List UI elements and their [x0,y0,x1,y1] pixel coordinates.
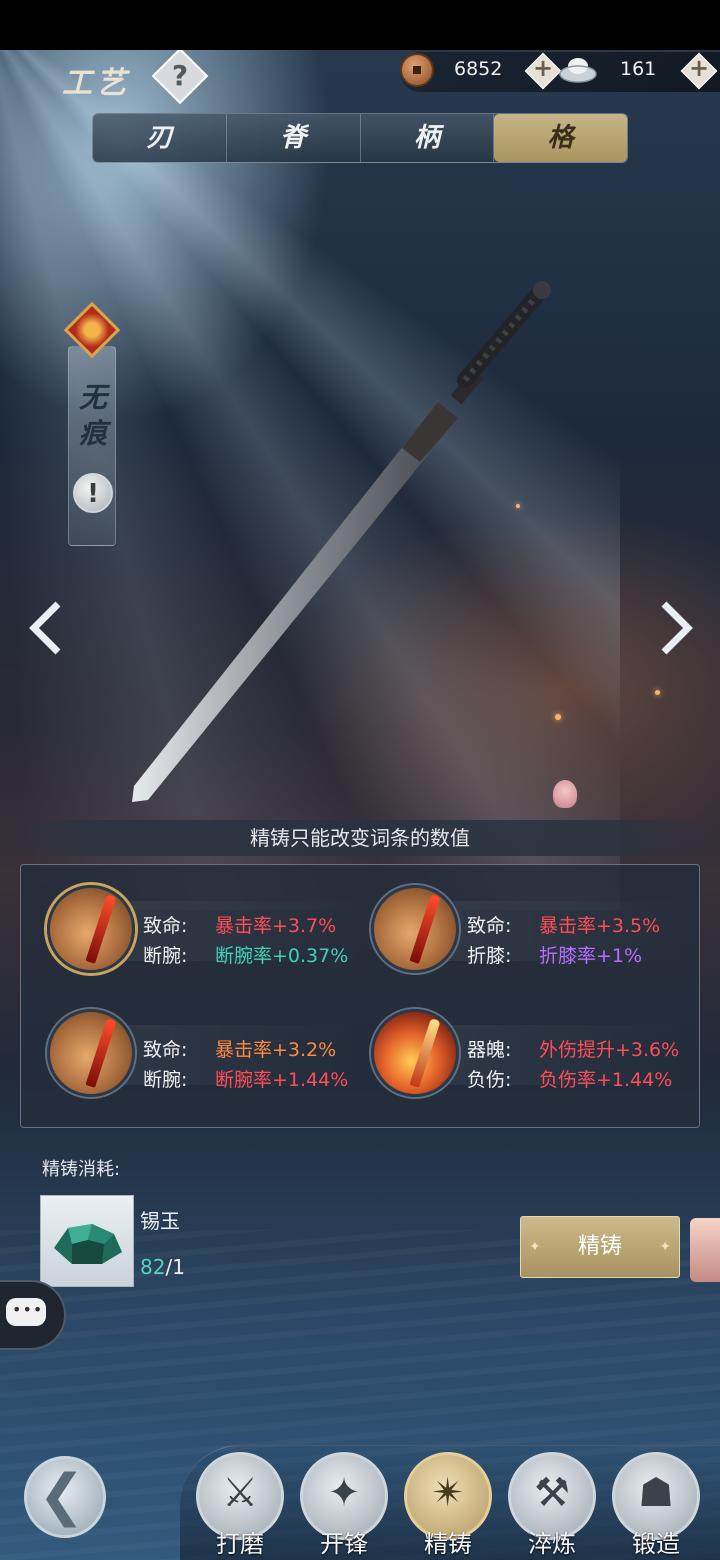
blade-orb-icon[interactable] [371,885,459,973]
crafting-screen: 工艺 ? 6852 + 161 + 刃 脊 柄 格 无痕 ! 精铸只能改变词条的… [0,50,720,1560]
temper-icon[interactable]: ⚒ [508,1468,596,1518]
plus-icon[interactable]: + [686,54,712,82]
back-icon[interactable]: ❮ [38,1466,85,1526]
tab-handle[interactable]: 柄 [361,114,495,162]
affix-label: 断腕: [143,945,188,967]
jade-icon [54,1224,122,1264]
side-lantern [690,1218,720,1282]
affix-slot[interactable]: 致命: 暴击率+3.2% 断腕: 断腕率+1.44% [47,999,367,1099]
nav-label: 开锋 [320,1530,368,1558]
material-required: /1 [165,1255,185,1279]
affix-label: 断腕: [143,1069,188,1091]
sharpen-icon[interactable]: ✦ [300,1468,388,1518]
tab-guard[interactable]: 格 [494,114,627,162]
affix-slot[interactable]: 器魄: 外伤提升+3.6% 负伤: 负伤率+1.44% [371,999,691,1099]
question-icon[interactable]: ? [160,56,200,96]
fire-orb-icon[interactable] [371,1009,459,1097]
nav-label: 精铸 [424,1530,472,1558]
affix-value: 折膝率+1% [539,945,643,967]
refine-notice: 精铸只能改变词条的数值 [0,820,720,856]
silver-ingot-icon [559,58,597,83]
top-bar: 工艺 ? 6852 + 161 + [0,50,720,105]
affix-panel: 致命: 暴击率+3.7% 断腕: 断腕率+0.37% 致命: 暴击率+3.5% … [20,864,700,1128]
affix-slot[interactable]: 致命: 暴击率+3.5% 折膝: 折膝率+1% [371,875,691,975]
affix-label: 器魄: [467,1039,512,1061]
affix-value: 暴击率+3.7% [215,915,337,937]
next-arrow-icon[interactable] [656,598,696,658]
tab-spine[interactable]: 脊 [227,114,361,162]
ember [516,504,520,508]
affix-value: 外伤提升+3.6% [539,1039,680,1061]
affix-label: 负伤: [467,1069,512,1091]
page-title: 工艺 [62,66,130,101]
cost-title: 精铸消耗: [42,1159,121,1180]
blade-orb-icon[interactable] [47,885,135,973]
affix-label: 致命: [143,1039,188,1061]
affix-value: 暴击率+3.2% [215,1039,337,1061]
forge-icon[interactable]: ☗ [612,1468,700,1518]
affix-value: 断腕率+0.37% [215,945,349,967]
chat-icon[interactable] [6,1298,46,1326]
tab-blade[interactable]: 刃 [93,114,227,162]
refine-icon[interactable]: ✴ [404,1468,492,1518]
affix-slot[interactable]: 致命: 暴击率+3.7% 断腕: 断腕率+0.37% [47,875,367,975]
material-count: 82/1 [140,1255,185,1279]
copper-amount: 6852 [454,58,503,80]
refine-button[interactable]: 精铸 [520,1216,680,1278]
affix-value: 断腕率+1.44% [215,1069,349,1091]
weapon-name: 无痕 [78,381,107,450]
material-name: 锡玉 [140,1209,180,1233]
ember [655,690,660,695]
exclamation-icon[interactable]: ! [73,473,113,513]
copper-coin-icon [400,53,434,87]
nav-label: 打磨 [216,1530,264,1558]
affix-value: 负伤率+1.44% [539,1069,673,1091]
silver-amount: 161 [620,58,657,80]
affix-label: 致命: [467,915,512,937]
nav-label: 淬炼 [528,1530,576,1558]
ember [555,714,561,720]
affix-label: 致命: [143,915,188,937]
prev-arrow-icon[interactable] [26,598,66,658]
affix-value: 暴击率+3.5% [539,915,661,937]
blade-orb-icon[interactable] [47,1009,135,1097]
part-tabs: 刃 脊 柄 格 [92,113,628,163]
affix-label: 折膝: [467,945,512,967]
sword-model[interactable] [120,230,570,870]
grind-icon[interactable]: ⚔ [196,1468,284,1518]
plus-icon[interactable]: + [530,54,556,82]
material-owned: 82 [140,1255,166,1279]
floating-lantern [553,780,577,808]
nav-label: 锻造 [632,1530,680,1558]
